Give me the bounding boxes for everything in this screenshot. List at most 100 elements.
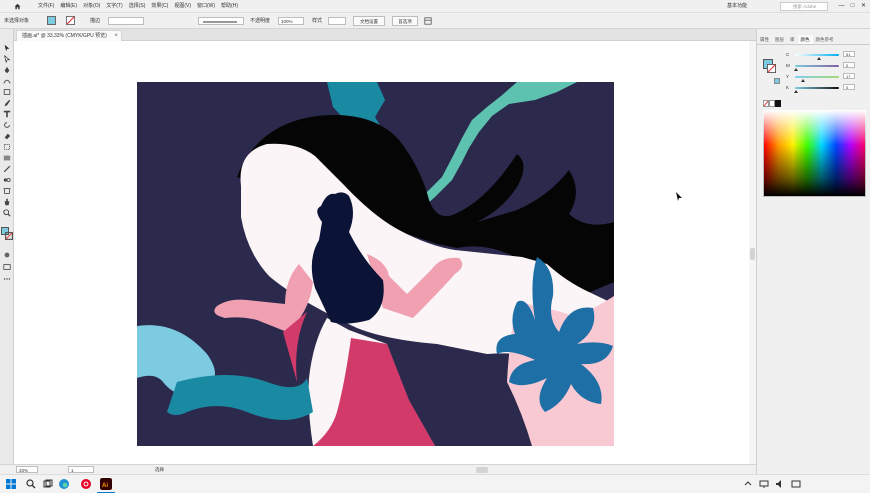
svg-text:Ai: Ai	[102, 483, 108, 489]
horizontal-scroll-thumb[interactable]	[476, 467, 488, 473]
yellow-slider-knob[interactable]	[801, 79, 805, 82]
black-slider[interactable]	[795, 87, 839, 89]
gradient-tool-icon[interactable]	[3, 154, 11, 162]
window-controls: — □ ✕	[836, 0, 869, 13]
cyan-label: C	[786, 52, 790, 57]
menu-item-window[interactable]: 窗口(W)	[194, 0, 218, 13]
network-icon[interactable]	[758, 478, 770, 490]
free-transform-tool-icon[interactable]	[3, 143, 11, 151]
stroke-swatch-icon[interactable]	[66, 16, 75, 25]
windows-taskbar: Ai	[0, 474, 870, 493]
maximize-button[interactable]: □	[847, 0, 858, 13]
panel-tab-bar: 属性 图层 库 颜色 颜色参考	[757, 35, 870, 45]
color-panel: 属性 图层 库 颜色 颜色参考 C 51 M 0 Y 17 K 0	[756, 29, 870, 474]
artboard-number-field[interactable]: 1	[68, 466, 94, 473]
close-button[interactable]: ✕	[858, 0, 869, 13]
document-setup-button[interactable]: 文档设置	[353, 16, 385, 26]
search-icon[interactable]	[25, 478, 37, 490]
document-tab-title: 插画.ai* @ 33.33% (CMYK/GPU 预览)	[22, 33, 107, 39]
menu-item-effect[interactable]: 效果(C)	[148, 0, 171, 13]
black-value-field[interactable]: 0	[843, 84, 855, 90]
rectangle-tool-icon[interactable]	[3, 88, 11, 96]
mouse-cursor-icon	[676, 192, 682, 201]
arrange-documents-icon[interactable]	[424, 17, 432, 25]
menu-item-help[interactable]: 帮助(H)	[218, 0, 241, 13]
tab-color[interactable]: 颜色	[797, 35, 813, 44]
cyan-slider-knob[interactable]	[817, 57, 821, 60]
menu-item-object[interactable]: 对象(O)	[80, 0, 103, 13]
rotate-tool-icon[interactable]	[3, 121, 11, 129]
selection-tool-icon[interactable]	[3, 44, 11, 52]
status-bar: 33% 1 选择	[0, 464, 756, 474]
preferences-button[interactable]: 首选项	[392, 16, 418, 26]
stroke-color-swatch-icon[interactable]	[5, 232, 13, 240]
home-icon[interactable]	[14, 3, 21, 10]
opacity-label: 不透明度	[250, 18, 271, 24]
magenta-slider-knob[interactable]	[794, 68, 798, 71]
magenta-slider[interactable]	[795, 65, 839, 67]
vertical-scrollbar[interactable]	[749, 41, 756, 464]
paintbrush-tool-icon[interactable]	[3, 99, 11, 107]
more-tools-icon[interactable]	[3, 275, 11, 283]
menu-bar: 文件(F) 编辑(E) 对象(O) 文字(T) 选择(S) 效果(C) 视图(V…	[0, 0, 870, 17]
yellow-slider[interactable]	[795, 76, 839, 78]
menu-item-edit[interactable]: 编辑(E)	[57, 0, 80, 13]
fill-swatch[interactable]	[47, 16, 56, 25]
cyan-slider[interactable]	[795, 54, 839, 56]
input-method-icon[interactable]	[790, 478, 802, 490]
stock-search-input[interactable]: 搜索 Adobe Stock	[780, 2, 828, 17]
tools-panel	[0, 29, 14, 474]
tab-layers[interactable]: 图层	[772, 35, 787, 44]
curvature-tool-icon[interactable]	[3, 77, 11, 85]
opacity-field[interactable]: 100%	[278, 17, 304, 25]
draw-mode-icon[interactable]	[3, 251, 11, 259]
windows-start-icon[interactable]	[5, 478, 17, 490]
menu-item-file[interactable]: 文件(F)	[35, 0, 57, 13]
blend-tool-icon[interactable]	[3, 176, 11, 184]
magenta-value-field[interactable]: 0	[843, 62, 855, 68]
task-view-icon[interactable]	[42, 478, 54, 490]
edge-browser-icon[interactable]	[58, 478, 70, 490]
zoom-level-field[interactable]: 33%	[16, 466, 38, 473]
canvas-area[interactable]	[14, 41, 754, 464]
tab-color-guide[interactable]: 颜色参考	[813, 35, 837, 44]
pen-tool-icon[interactable]	[3, 66, 11, 74]
none-white-black-swatches-icon[interactable]	[763, 100, 781, 107]
yellow-value-field[interactable]: 17	[843, 73, 855, 79]
vertical-scroll-thumb[interactable]	[750, 248, 755, 260]
menu-item-select[interactable]: 选择(S)	[126, 0, 149, 13]
stroke-weight-field[interactable]	[108, 17, 144, 25]
minimize-button[interactable]: —	[836, 0, 847, 13]
tab-libraries[interactable]: 库	[787, 35, 798, 44]
zoom-tool-icon[interactable]	[3, 209, 11, 217]
color-spectrum-highlight	[763, 110, 866, 145]
hand-tool-icon[interactable]	[3, 198, 11, 206]
style-select[interactable]	[328, 17, 346, 25]
volume-icon[interactable]	[774, 478, 786, 490]
black-slider-knob[interactable]	[794, 90, 798, 93]
panel-stroke-swatch-icon[interactable]	[767, 64, 776, 73]
out-of-gamut-swatch[interactable]	[774, 78, 780, 84]
document-tab[interactable]: 插画.ai* @ 33.33% (CMYK/GPU 预览) ×	[16, 30, 122, 41]
cyan-value-field[interactable]: 51	[843, 51, 855, 57]
tab-properties[interactable]: 属性	[757, 35, 772, 44]
tray-overflow-icon[interactable]	[742, 478, 754, 490]
magenta-label: M	[786, 63, 790, 68]
current-tool-status: 选择	[155, 467, 164, 472]
illustrator-app-icon[interactable]: Ai	[100, 478, 112, 490]
control-bar: 未选择对象 描边 不透明度 100% 样式 文档设置 首选项	[0, 13, 870, 29]
artboard[interactable]	[137, 82, 614, 446]
type-tool-icon[interactable]	[3, 110, 11, 118]
menu-item-type[interactable]: 文字(T)	[103, 0, 125, 13]
style-label: 样式	[312, 18, 323, 24]
eraser-tool-icon[interactable]	[3, 132, 11, 140]
menu-item-view[interactable]: 视图(V)	[171, 0, 194, 13]
artboard-tool-icon[interactable]	[3, 187, 11, 195]
selection-status: 未选择对象	[4, 18, 30, 24]
netease-music-icon[interactable]	[80, 478, 92, 490]
eyedropper-tool-icon[interactable]	[3, 165, 11, 173]
screen-mode-icon[interactable]	[3, 263, 11, 271]
direct-selection-tool-icon[interactable]	[3, 55, 11, 63]
brush-definition-select[interactable]	[198, 17, 244, 25]
workspace-switcher[interactable]: 基本功能	[727, 2, 747, 11]
